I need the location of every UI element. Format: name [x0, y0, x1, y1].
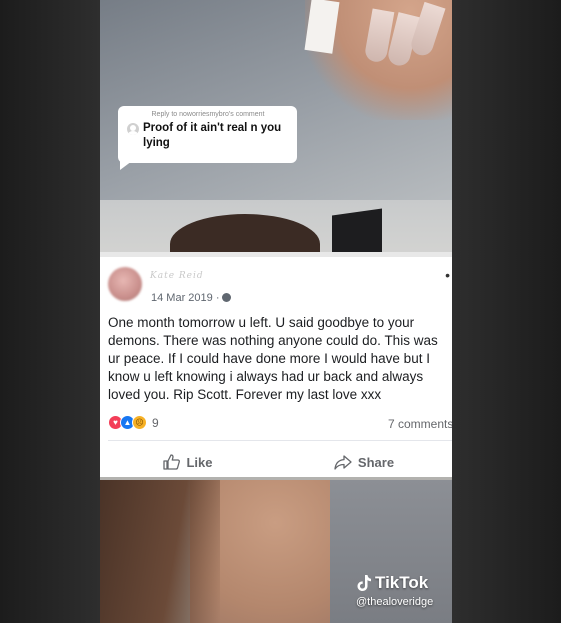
user-avatar-icon — [127, 123, 139, 135]
blurred-background-right — [452, 0, 561, 623]
tiktok-note-icon — [357, 575, 371, 591]
share-button[interactable]: Share — [276, 444, 452, 477]
more-options-icon[interactable]: • — [445, 267, 450, 283]
blurred-background-left — [0, 0, 100, 623]
reaction-count: 9 — [152, 415, 159, 430]
share-arrow-icon — [334, 454, 352, 470]
divider — [108, 440, 452, 441]
reactions-summary[interactable]: ♥ ▲ ☹ 9 — [108, 415, 159, 430]
reply-comment-bubble[interactable]: Reply to noworriesmybro's comment Proof … — [118, 106, 297, 170]
facebook-post-screenshot: Kate Reid 14 Mar 2019 · • One month tomo… — [100, 252, 452, 477]
sad-icon: ☹ — [132, 415, 147, 430]
post-actions: Like Share — [100, 444, 452, 477]
like-button[interactable]: Like — [100, 444, 276, 477]
post-date: 14 Mar 2019 · — [151, 292, 232, 304]
post-body-text: One month tomorrow u left. U said goodby… — [108, 315, 438, 402]
comments-count[interactable]: 7 comments — [388, 417, 452, 431]
reply-text: Proof of it ain't real n you lying — [143, 122, 282, 149]
post-date-text: 14 Mar 2019 · — [151, 292, 220, 304]
tiktok-logo: TikTok — [356, 573, 433, 593]
like-label: Like — [186, 454, 213, 470]
avatar — [108, 267, 142, 301]
creator-handle: @thealoveridge — [356, 596, 434, 608]
share-label: Share — [357, 454, 395, 470]
reply-header: Reply to noworriesmybro's comment — [151, 111, 265, 118]
globe-icon — [222, 293, 232, 302]
thumbs-up-icon — [163, 454, 181, 470]
post-author-name: Kate Reid — [150, 271, 204, 281]
tiktok-brand: TikTok — [375, 573, 429, 592]
tiktok-watermark: TikTok @thealoveridge — [356, 573, 433, 608]
hair-bottom — [100, 480, 220, 623]
